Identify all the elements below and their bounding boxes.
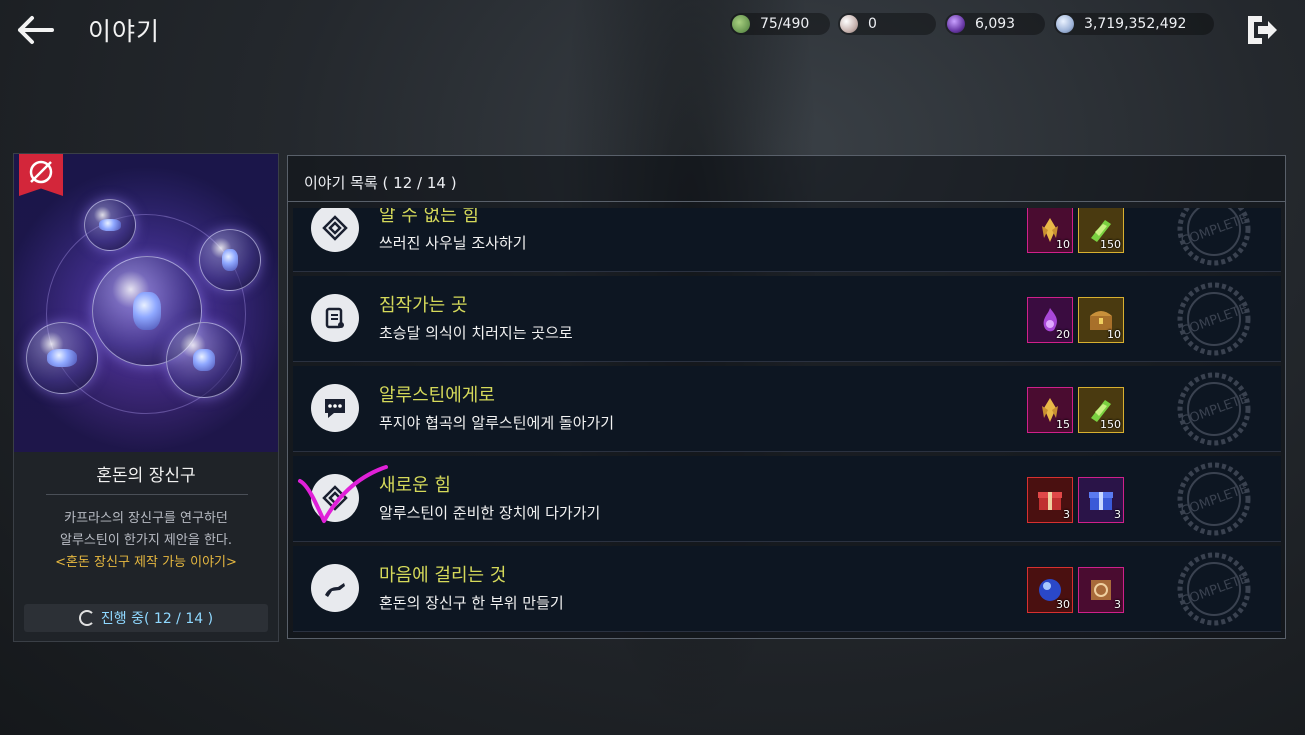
purple-gem-counter[interactable]: 6,093 (945, 13, 1045, 35)
story-card-description: 카프라스의 장신구를 연구하던 알루스틴이 한가지 제안을 한다. <혼돈 장신… (24, 508, 268, 574)
reward-quantity: 3 (1063, 508, 1070, 521)
chat-bubble-icon (311, 384, 359, 432)
description-line: 알루스틴이 한가지 제안을 한다. (59, 533, 232, 548)
story-subtitle: 혼돈의 장신구 한 부위 만들기 (379, 594, 564, 612)
silver-coin-icon (1056, 15, 1074, 33)
pearl-value: 0 (868, 16, 877, 32)
story-row[interactable]: 마음에 걸리는 것 혼돈의 장신구 한 부위 만들기 30 3 COMPLETE (293, 546, 1281, 632)
gold-crystal-reward[interactable]: 15 (1027, 387, 1073, 433)
exit-door-icon (1248, 16, 1277, 44)
stamina-icon (732, 15, 750, 33)
green-crystal-reward[interactable]: 150 (1078, 387, 1124, 433)
ring-orb-icon (166, 322, 242, 398)
purple-gem-icon (947, 15, 965, 33)
top-bar: 이야기 75/490 0 6,093 3,719,352,492 (0, 0, 1305, 60)
green-crystal-reward[interactable]: 150 (1078, 208, 1124, 253)
diamond-quest-icon (311, 208, 359, 252)
complete-stamp-icon: COMPLETE (1177, 282, 1251, 356)
reward-quantity: 10 (1056, 238, 1070, 251)
reward-quantity: 150 (1100, 418, 1121, 431)
blue-gift-box-reward[interactable]: 3 (1078, 477, 1124, 523)
hand-quest-icon (311, 564, 359, 612)
story-row[interactable]: 알루스틴에게로 푸지야 협곡의 알루스틴에게 돌아가기 15 150 COMPL… (293, 366, 1281, 452)
description-highlight: <혼돈 장신구 제작 가능 이야기> (55, 555, 237, 570)
scroll-quest-icon (311, 294, 359, 342)
back-arrow-icon (18, 16, 54, 44)
story-row[interactable]: 짐작가는 곳 초승달 의식이 치러지는 곳으로 20 10 COMPLETE (293, 276, 1281, 362)
divider (288, 201, 1285, 202)
bracelet-orb-icon (84, 199, 136, 251)
story-title: 새로운 힘 (379, 475, 451, 496)
divider (46, 494, 248, 495)
reward-quantity: 3 (1114, 508, 1121, 521)
story-title: 짐작가는 곳 (379, 295, 468, 316)
story-list-header: 이야기 목록 ( 12 / 14 ) (304, 174, 457, 192)
story-title: 마음에 걸리는 것 (379, 565, 507, 586)
story-subtitle: 알루스틴이 준비한 장치에 다가가기 (379, 504, 601, 522)
blue-orb-reward[interactable]: 30 (1027, 567, 1073, 613)
reward-quantity: 3 (1114, 598, 1121, 611)
red-gift-box-reward[interactable]: 3 (1027, 477, 1073, 523)
loading-spinner-icon (78, 610, 95, 626)
stamina-counter[interactable]: 75/490 (730, 13, 830, 35)
story-row[interactable]: 새로운 힘 알루스틴이 준비한 장치에 다가가기 3 3 COMPLETE (293, 456, 1281, 542)
page-title: 이야기 (88, 17, 161, 46)
stamina-value: 75/490 (760, 16, 810, 32)
complete-stamp-icon: COMPLETE (1177, 372, 1251, 446)
story-card: 혼돈의 장신구 카프라스의 장신구를 연구하던 알루스틴이 한가지 제안을 한다… (13, 153, 279, 642)
story-subtitle: 쓰러진 사우닐 조사하기 (379, 234, 527, 252)
bracelet-2-orb-icon (26, 322, 98, 394)
silver-value: 3,719,352,492 (1084, 16, 1187, 32)
gold-crystal-reward[interactable]: 10 (1027, 208, 1073, 253)
story-card-title: 혼돈의 장신구 (96, 466, 196, 486)
story-subtitle: 초승달 의식이 치러지는 곳으로 (379, 324, 573, 342)
chaos-badge-ribbon (19, 154, 63, 196)
diamond-quest-icon (311, 474, 359, 522)
recipe-scroll-reward[interactable]: 3 (1078, 567, 1124, 613)
complete-stamp-icon: COMPLETE (1177, 208, 1251, 266)
earring-orb-icon (199, 229, 261, 291)
silver-counter[interactable]: 3,719,352,492 (1054, 13, 1214, 35)
chaos-emblem-icon (29, 160, 53, 184)
story-list-panel: 이야기 목록 ( 12 / 14 ) 알 수 없는 힘 쓰러진 사우닐 조사하기… (287, 155, 1286, 639)
progress-button[interactable]: 진행 중( 12 / 14 ) (24, 604, 268, 632)
purple-gem-value: 6,093 (975, 16, 1016, 32)
progress-label: 진행 중( 12 / 14 ) (100, 611, 214, 627)
story-title: 알 수 없는 힘 (379, 208, 479, 226)
story-list[interactable]: 알 수 없는 힘 쓰러진 사우닐 조사하기 10 150 COMPLETE 짐작… (293, 208, 1281, 636)
reward-quantity: 20 (1056, 328, 1070, 341)
story-title: 알루스틴에게로 (379, 385, 495, 406)
pearl-icon (840, 15, 858, 33)
story-subtitle: 푸지야 협곡의 알루스틴에게 돌아가기 (379, 414, 615, 432)
treasure-chest-reward[interactable]: 10 (1078, 297, 1124, 343)
purple-essence-reward[interactable]: 20 (1027, 297, 1073, 343)
reward-quantity: 10 (1107, 328, 1121, 341)
reward-quantity: 15 (1056, 418, 1070, 431)
reward-quantity: 30 (1056, 598, 1070, 611)
back-button[interactable] (14, 10, 58, 50)
description-line: 카프라스의 장신구를 연구하던 (64, 511, 228, 526)
pearl-counter[interactable]: 0 (838, 13, 936, 35)
complete-stamp-icon: COMPLETE (1177, 552, 1251, 626)
complete-stamp-icon: COMPLETE (1177, 462, 1251, 536)
reward-quantity: 150 (1100, 238, 1121, 251)
exit-button[interactable] (1244, 12, 1280, 48)
story-row[interactable]: 알 수 없는 힘 쓰러진 사우닐 조사하기 10 150 COMPLETE (293, 208, 1281, 272)
story-card-art (14, 154, 278, 452)
